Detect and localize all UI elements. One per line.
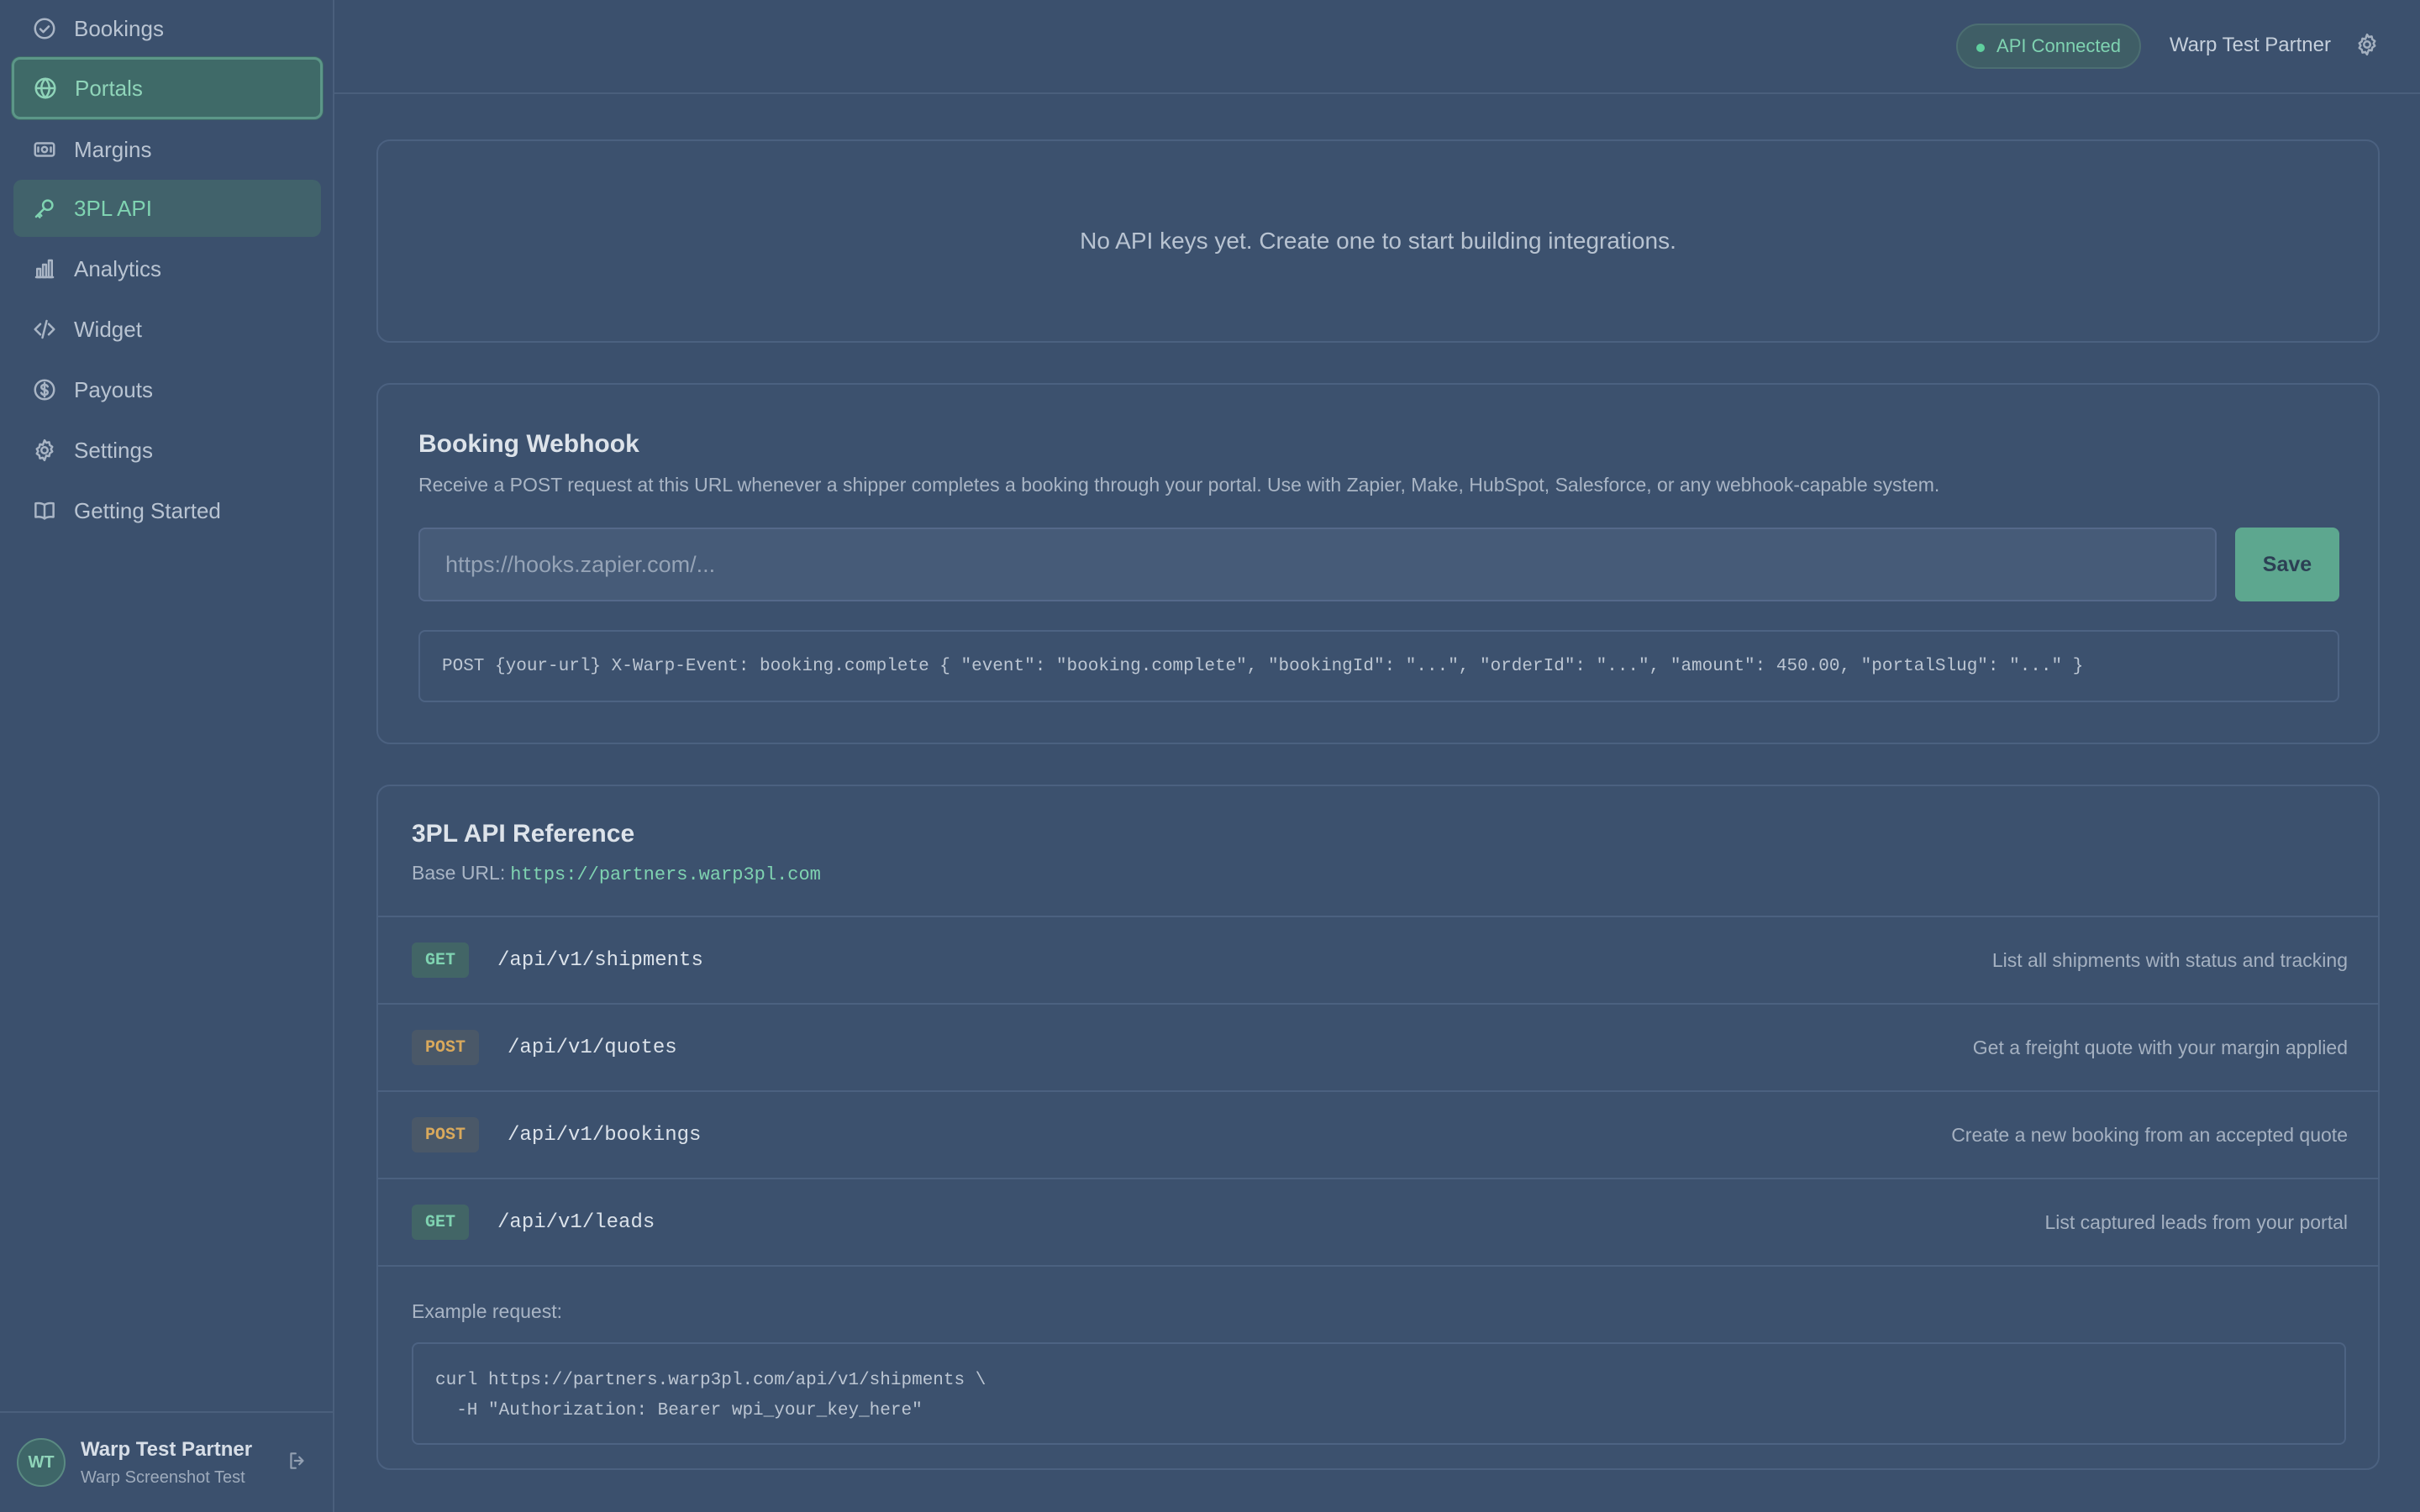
- dollar-circle-icon: [30, 375, 59, 404]
- sidebar-item-label: Analytics: [74, 255, 162, 281]
- endpoint-path: /api/v1/bookings: [508, 1123, 702, 1147]
- api-keys-empty-message: No API keys yet. Create one to start bui…: [1080, 228, 1676, 254]
- user-subtitle: Warp Screenshot Test: [81, 1467, 245, 1487]
- base-url-row: Base URL: https://partners.warp3pl.com: [412, 862, 821, 885]
- partner-name: Warp Test Partner: [2169, 34, 2331, 56]
- endpoint-divider: [378, 1265, 2378, 1267]
- webhook-url-input[interactable]: [418, 528, 2217, 601]
- app-root: Bookings Portals Margins 3PL API Analyti…: [0, 0, 2420, 1512]
- method-badge: GET: [412, 942, 470, 978]
- sidebar-item-label: Payouts: [74, 376, 153, 402]
- method-badge: POST: [412, 1030, 480, 1065]
- logout-button[interactable]: [281, 1446, 314, 1479]
- sidebar-item-margins[interactable]: Margins: [13, 121, 321, 178]
- endpoint-path: /api/v1/leads: [497, 1210, 655, 1234]
- sidebar-item-3pl-api[interactable]: 3PL API: [13, 180, 321, 237]
- endpoint-description: List all shipments with status and track…: [1991, 948, 2348, 971]
- endpoint-row[interactable]: GET /api/v1/shipments List all shipments…: [378, 916, 2378, 1003]
- endpoint-description: List captured leads from your portal: [2044, 1210, 2348, 1233]
- endpoint-row[interactable]: POST /api/v1/bookings Create a new booki…: [378, 1090, 2378, 1178]
- webhook-payload-example: POST {your-url} X-Warp-Event: booking.co…: [418, 630, 2339, 702]
- key-icon: [30, 194, 59, 223]
- banknote-icon: [30, 135, 59, 164]
- gear-icon: [30, 436, 59, 465]
- endpoint-row[interactable]: POST /api/v1/quotes Get a freight quote …: [378, 1003, 2378, 1090]
- sidebar-item-label: Getting Started: [74, 497, 221, 523]
- status-text: API Connected: [1996, 35, 2121, 56]
- endpoint-path: /api/v1/quotes: [508, 1036, 677, 1059]
- booking-webhook-card: Booking Webhook Receive a POST request a…: [376, 383, 2380, 744]
- top-header: API Connected Warp Test Partner: [334, 0, 2420, 94]
- sidebar-item-label: Settings: [74, 437, 153, 463]
- sidebar-item-payouts[interactable]: Payouts: [13, 361, 321, 418]
- sidebar-item-label: Margins: [74, 136, 152, 162]
- user-name: Warp Test Partner: [81, 1437, 253, 1461]
- gear-icon: [2354, 33, 2380, 60]
- status-dot-icon: [1976, 44, 1986, 52]
- example-label: Example request:: [412, 1300, 562, 1322]
- sidebar-item-bookings[interactable]: Bookings: [13, 0, 321, 57]
- endpoint-row[interactable]: GET /api/v1/leads List captured leads fr…: [378, 1178, 2378, 1265]
- endpoint-description: Create a new booking from an accepted qu…: [1951, 1123, 2348, 1146]
- endpoint-description: Get a freight quote with your margin app…: [1972, 1036, 2348, 1058]
- sidebar-item-analytics[interactable]: Analytics: [13, 240, 321, 297]
- sidebar-item-label: Portals: [75, 75, 143, 101]
- save-button[interactable]: Save: [2235, 528, 2339, 601]
- method-badge: POST: [412, 1117, 480, 1152]
- sidebar: Bookings Portals Margins 3PL API Analyti…: [0, 0, 334, 1512]
- user-info: Warp Test Partner Warp Screenshot Test: [81, 1438, 281, 1488]
- sidebar-item-label: Bookings: [74, 15, 164, 41]
- api-reference-card: 3PL API Reference Base URL: https://part…: [376, 785, 2380, 1470]
- avatar[interactable]: WT: [17, 1438, 66, 1487]
- bar-chart-icon: [30, 255, 59, 283]
- base-url-link[interactable]: https://partners.warp3pl.com: [510, 864, 821, 885]
- webhook-description: Receive a POST request at this URL whene…: [418, 474, 1940, 496]
- method-badge: GET: [412, 1205, 470, 1240]
- settings-button[interactable]: [2354, 32, 2383, 60]
- example-code-block: curl https://partners.warp3pl.com/api/v1…: [412, 1342, 2346, 1445]
- check-circle-icon: [30, 14, 59, 43]
- globe-icon: [31, 74, 60, 102]
- sidebar-item-label: 3PL API: [74, 195, 152, 221]
- status-badge: API Connected: [1956, 24, 2141, 69]
- user-panel: WT Warp Test Partner Warp Screenshot Tes…: [0, 1411, 333, 1512]
- webhook-title: Booking Webhook: [418, 430, 639, 458]
- sidebar-item-getting-started[interactable]: Getting Started: [13, 482, 321, 539]
- sidebar-item-widget[interactable]: Widget: [13, 301, 321, 358]
- sidebar-item-portals[interactable]: Portals: [12, 57, 323, 119]
- logout-icon: [287, 1450, 308, 1476]
- code-icon: [30, 315, 59, 344]
- sidebar-item-label: Widget: [74, 316, 142, 342]
- endpoint-path: /api/v1/shipments: [497, 948, 703, 972]
- reference-title: 3PL API Reference: [412, 820, 635, 848]
- book-icon: [30, 496, 59, 525]
- api-keys-card: No API keys yet. Create one to start bui…: [376, 139, 2380, 343]
- base-url-label: Base URL:: [412, 862, 506, 884]
- sidebar-item-settings[interactable]: Settings: [13, 422, 321, 479]
